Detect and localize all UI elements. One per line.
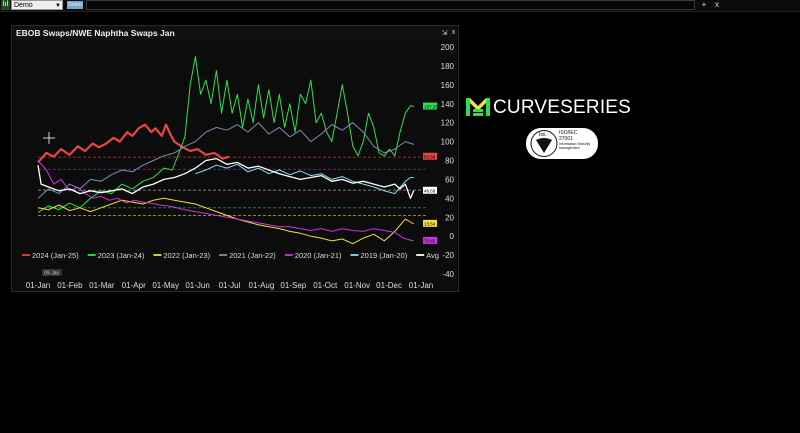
series-line — [37, 197, 414, 245]
tab-demo[interactable]: Demo — [67, 1, 83, 9]
add-button[interactable]: + — [697, 0, 711, 10]
y-tick-label: 20 — [445, 213, 454, 222]
command-input[interactable] — [86, 0, 695, 10]
legend-item: 2019 (Jan-20) — [361, 251, 408, 260]
x-tick-label: 01-Jan — [26, 281, 50, 290]
workspace-select[interactable]: Demo ▼ — [11, 0, 63, 10]
y-tick-label: 200 — [441, 43, 455, 52]
last-value-label: 13.54 — [424, 222, 436, 227]
x-tick-label: 01-Dec — [376, 281, 402, 290]
y-tick-label: 0 — [450, 232, 455, 241]
last-value-label: 83.59 — [424, 155, 436, 160]
x-tick-label: 01-Sep — [280, 281, 306, 290]
x-tick-label: 01-Jan — [409, 281, 433, 290]
panel-header: EBOB Swaps/NWE Naphtha Swaps Jan ⇲ x — [12, 26, 458, 40]
y-tick-label: 80 — [445, 157, 454, 166]
legend-item: 2021 (Jan-22) — [229, 251, 276, 260]
x-tick-label: 01-Jul — [219, 281, 241, 290]
series-line — [37, 160, 414, 242]
y-tick-label: 160 — [441, 81, 455, 90]
curveseries-logo: CURVESERIES — [466, 94, 631, 122]
series-line — [37, 123, 230, 164]
legend-item: 2022 (Jan-23) — [163, 251, 210, 260]
x-tick-label: 01-Apr — [122, 281, 146, 290]
legend-item: 2020 (Jan-21) — [295, 251, 342, 260]
series-line — [37, 122, 414, 199]
y-tick-label: 40 — [445, 194, 454, 203]
crosshair-date-label: 09-Jan — [44, 271, 60, 277]
y-tick-label: 100 — [441, 138, 455, 147]
close-window-button[interactable]: x — [710, 0, 724, 10]
pin-icon[interactable]: ⇲ — [440, 29, 449, 37]
x-tick-label: 01-Nov — [344, 281, 370, 290]
bsi-kitemark-icon: bsi. — [530, 130, 558, 157]
legend-item: 2024 (Jan-25) — [32, 251, 79, 260]
y-tick-label: 120 — [441, 119, 455, 128]
bsi-label: bsi. — [539, 132, 547, 138]
workspace-value: Demo — [14, 2, 33, 9]
y-tick-label: -20 — [442, 251, 454, 260]
x-tick-label: 01-Jun — [185, 281, 209, 290]
chevron-down-icon: ▼ — [55, 3, 61, 9]
series-line — [37, 56, 414, 213]
chart-panel: 83.59 137.25 13.54 70.82 48.68 200 180 160 140 12… — [11, 25, 459, 292]
iso-certification-badge: bsi. ISO/IEC 27001 Information Security … — [526, 128, 598, 159]
x-tick-label: 01-Aug — [249, 281, 275, 290]
top-toolbar: lıl Demo ▼ Demo + x — [0, 0, 800, 12]
curveseries-mark-icon — [466, 98, 490, 116]
x-tick-label: 01-Feb — [57, 281, 83, 290]
close-panel-button[interactable]: x — [449, 29, 458, 36]
bar-chart-icon[interactable]: lıl — [1, 0, 10, 10]
last-value-label: 137.25 — [424, 104, 438, 109]
x-tick-label: 01-May — [152, 281, 179, 290]
panel-title: EBOB Swaps/NWE Naphtha Swaps Jan — [16, 28, 175, 38]
iso-caption-2: Management — [559, 146, 580, 150]
last-value-label: 70.82 — [424, 239, 436, 244]
y-tick-label: 140 — [441, 100, 455, 109]
x-tick-label: 01-Mar — [89, 281, 115, 290]
last-value-label: 48.68 — [424, 189, 436, 194]
y-tick-label: 60 — [445, 175, 454, 184]
series-line — [37, 157, 415, 199]
brand-name: CURVESERIES — [493, 97, 632, 118]
chart-canvas[interactable]: 83.59137.2513.5470.8248.6820018016014012… — [12, 26, 458, 291]
y-tick-label: 180 — [441, 62, 455, 71]
y-tick-label: -40 — [442, 270, 454, 279]
legend-item: 2023 (Jan-24) — [98, 251, 145, 260]
x-tick-label: 01-Oct — [313, 281, 338, 290]
legend-item: Avg — [426, 251, 439, 260]
